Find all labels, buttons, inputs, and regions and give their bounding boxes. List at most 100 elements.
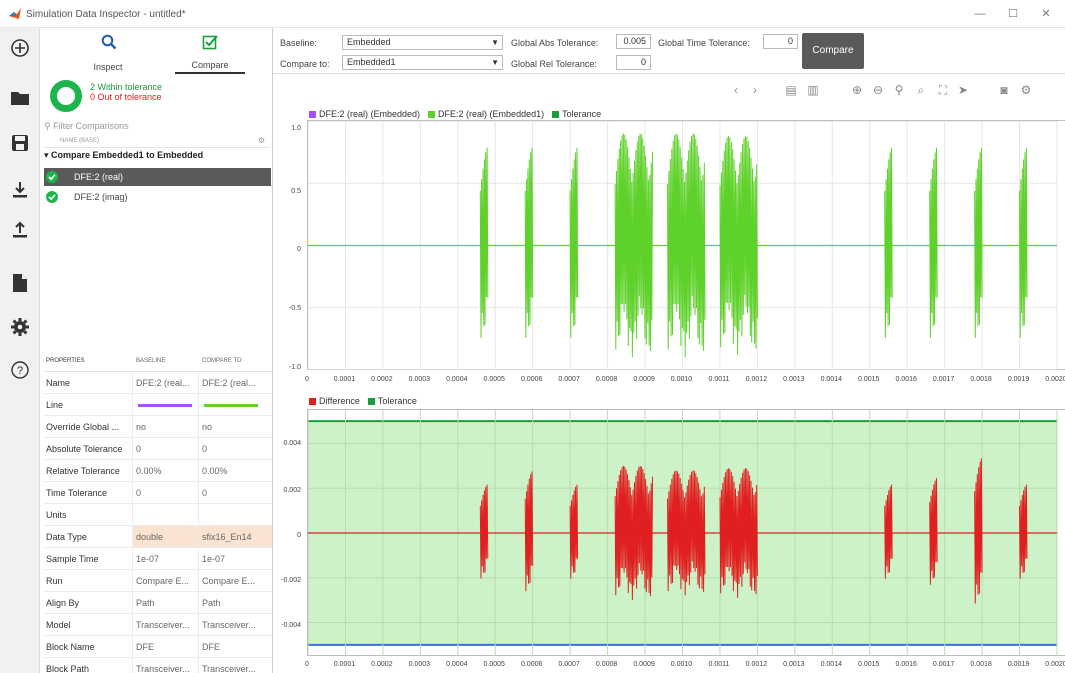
save-icon[interactable] (8, 131, 32, 155)
legend-entry[interactable]: DFE:2 (real) (Embedded) (309, 109, 420, 119)
cursor-icon[interactable]: ➤ (955, 82, 971, 98)
filter-comparisons-input[interactable]: ⚲ Filter Comparisons (44, 121, 269, 135)
legend-entry[interactable]: Tolerance (367, 396, 417, 406)
zoom-in-icon[interactable]: ⊕ (849, 82, 865, 98)
property-name: Relative Tolerance (46, 466, 120, 476)
x-tick-label: 0.0019 (1007, 661, 1030, 668)
property-row[interactable]: Data Type double sfix16_En14 (44, 526, 272, 548)
property-name: Sample Time (46, 554, 99, 564)
burst-trace (929, 147, 938, 338)
column-divider (132, 372, 133, 394)
bottom-plot-area[interactable] (307, 409, 1065, 656)
compare-value: 0 (202, 444, 208, 454)
signal-row-imag[interactable]: DFE:2 (imag) (44, 188, 271, 206)
x-tick-label: 0.0002 (371, 661, 393, 668)
property-row[interactable]: Model Transceiver... Transceiver... (44, 614, 272, 636)
x-tick-label: 0.0020 (1045, 661, 1065, 668)
property-row[interactable]: Line (44, 394, 272, 416)
property-name: Block Name (46, 642, 95, 652)
forward-arrow-icon[interactable]: › (747, 82, 763, 98)
zoom-out-icon[interactable]: ⊖ (870, 82, 886, 98)
snapshot-camera-icon[interactable]: ◙ (996, 82, 1012, 98)
signal-row-real[interactable]: DFE:2 (real) (44, 168, 271, 186)
legend-entry[interactable]: DFE:2 (real) (Embedded1) (428, 109, 544, 119)
layout-icon[interactable]: ▤ (783, 82, 799, 98)
maximize-button[interactable]: ☐ (998, 5, 1028, 23)
compare-value: 1e-07 (202, 554, 226, 564)
y-tick-label: 0.5 (291, 188, 301, 195)
baseline-value: 0 (136, 488, 142, 498)
property-row[interactable]: Run Compare E... Compare E... (44, 570, 272, 592)
tab-inspect[interactable]: Inspect (73, 32, 143, 74)
baseline-select[interactable]: Embedded ▼ (342, 35, 503, 50)
column-divider (198, 372, 199, 394)
property-row[interactable]: Align By Path Path (44, 592, 272, 614)
signal-burst (1019, 147, 1028, 338)
legend-entry[interactable]: Tolerance (552, 109, 601, 119)
property-row[interactable]: Sample Time 1e-07 1e-07 (44, 548, 272, 570)
fit-to-view-icon[interactable]: ⛶ (935, 82, 951, 98)
column-divider (132, 636, 133, 658)
compare-value: 0.00% (202, 466, 228, 476)
property-row[interactable]: Absolute Tolerance 0 0 (44, 438, 272, 460)
column-divider (198, 438, 199, 460)
property-name: Run (46, 576, 63, 586)
column-divider (198, 482, 199, 504)
x-tick-label: 0.0018 (970, 376, 992, 383)
top-plot-area[interactable] (307, 120, 1065, 370)
burst-trace (614, 133, 653, 358)
compare-to-select[interactable]: Embedded1 ▼ (342, 55, 503, 70)
burst-trace (569, 147, 579, 338)
signal-burst (929, 147, 938, 338)
new-session-icon[interactable] (8, 36, 32, 60)
legend-swatch (367, 398, 375, 405)
property-row[interactable]: Override Global ... no no (44, 416, 272, 438)
back-arrow-icon[interactable]: ‹ (728, 82, 744, 98)
properties-col-header: PROPERTIES (46, 358, 85, 364)
baseline-line-swatch (138, 404, 192, 407)
property-row[interactable]: Time Tolerance 0 0 (44, 482, 272, 504)
close-button[interactable]: ✕ (1031, 5, 1061, 23)
property-row[interactable]: Relative Tolerance 0.00% 0.00% (44, 460, 272, 482)
compare-button[interactable]: Compare (802, 33, 864, 69)
rel-tolerance-input[interactable]: 0 (616, 55, 651, 70)
property-row[interactable]: Block Name DFE DFE (44, 636, 272, 658)
svg-text:?: ? (17, 365, 23, 377)
signal-burst (884, 147, 893, 338)
burst-trace (1019, 147, 1028, 338)
baseline-value: Embedded (347, 37, 391, 47)
column-divider (132, 658, 133, 673)
signal-name: DFE:2 (imag) (74, 192, 128, 202)
x-tick-label: 0.0004 (446, 661, 468, 668)
open-folder-icon[interactable] (8, 86, 32, 110)
column-settings-icon[interactable]: ⚙ (258, 136, 265, 145)
chevron-down-icon: ▼ (491, 38, 499, 47)
property-row[interactable]: Units (44, 504, 272, 526)
legend-label: Difference (319, 396, 360, 406)
x-tick-label: 0.0012 (745, 376, 768, 383)
baseline-value: DFE:2 (real... (136, 378, 190, 388)
report-icon[interactable] (8, 271, 32, 295)
plot-toolbar: ‹ › ▤ ▥ ⊕ ⊖ ⚲ ⌕ ⛶ ➤ ◙ ⚙ (273, 76, 1065, 104)
zoom-time-icon[interactable]: ⚲ (891, 82, 907, 98)
legend-entry[interactable]: Difference (309, 396, 360, 406)
help-icon[interactable]: ? (8, 358, 32, 382)
comparison-group-row[interactable]: ▾ Compare Embedded1 to Embedded (44, 150, 269, 164)
settings-gear-icon[interactable] (8, 315, 32, 339)
import-icon[interactable] (8, 178, 32, 202)
time-tolerance-input[interactable]: 0 (763, 34, 798, 49)
property-row[interactable]: Name DFE:2 (real... DFE:2 (real... (44, 372, 272, 394)
plot-settings-gear-icon[interactable]: ⚙ (1018, 82, 1034, 98)
abs-tolerance-input[interactable]: 0.005 (616, 34, 651, 49)
column-divider (198, 570, 199, 592)
zoom-y-icon[interactable]: ⌕ (913, 82, 929, 98)
subplot-icon[interactable]: ▥ (805, 82, 821, 98)
filter-placeholder: Filter Comparisons (53, 121, 129, 131)
property-row[interactable]: Block Path Transceiver... Transceiver... (44, 658, 272, 673)
export-icon[interactable] (8, 218, 32, 242)
x-tick-label: 0.0013 (783, 376, 805, 383)
tab-compare[interactable]: Compare (175, 32, 245, 74)
x-tick-label: 0.0013 (783, 661, 805, 668)
minimize-button[interactable]: — (965, 5, 995, 23)
y-tick-label: -0.004 (281, 622, 301, 629)
